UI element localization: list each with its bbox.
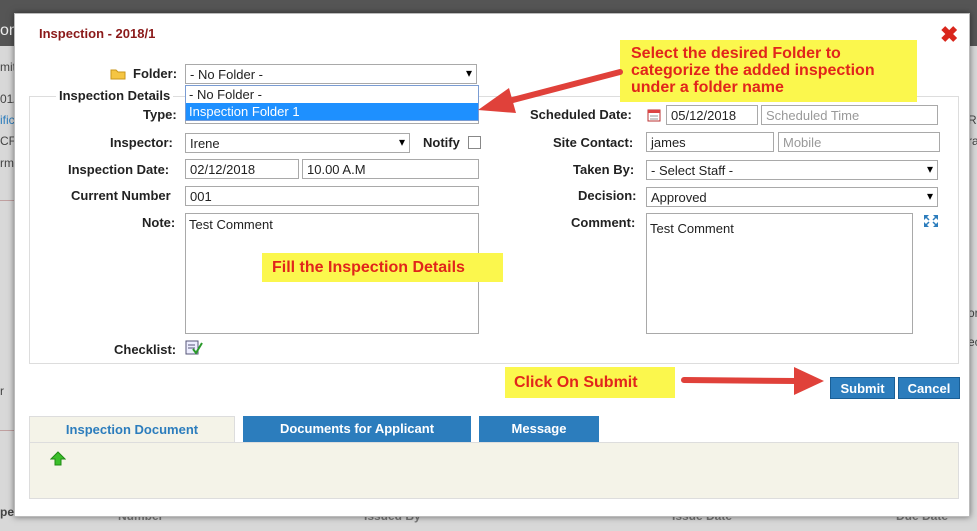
- tab-message[interactable]: Message: [479, 416, 599, 442]
- inspection-details-legend: Inspection Details: [56, 88, 174, 103]
- folder-callout: Select the desired Folder to categorize …: [620, 40, 917, 102]
- tab-panel: [29, 442, 959, 499]
- mobile-input[interactable]: Mobile: [778, 132, 940, 152]
- note-label: Note:: [142, 215, 176, 230]
- folder-select[interactable]: - No Folder -: [185, 64, 477, 84]
- scheduled-time-input[interactable]: Scheduled Time: [761, 105, 938, 125]
- notify-label: Notify: [423, 135, 460, 150]
- folder-option-inspection-folder-1[interactable]: Inspection Folder 1: [186, 103, 478, 120]
- comment-textarea[interactable]: Test Comment: [646, 213, 913, 334]
- upload-arrow-icon[interactable]: [50, 451, 66, 466]
- scheduled-date-label: Scheduled Date:: [530, 107, 632, 122]
- current-number-input[interactable]: 001: [185, 186, 479, 206]
- inspector-select[interactable]: Irene: [185, 133, 410, 153]
- type-label: Type:: [143, 107, 177, 122]
- inspection-date-input[interactable]: 02/12/2018: [185, 159, 299, 179]
- background-snippet: pe: [0, 505, 15, 519]
- tab-documents-for-applicant[interactable]: Documents for Applicant: [243, 416, 471, 442]
- decision-label: Decision:: [578, 188, 637, 203]
- close-icon[interactable]: ✖: [940, 24, 958, 46]
- folder-dropdown-list: - No Folder - Inspection Folder 1: [185, 85, 479, 121]
- inspection-date-label: Inspection Date:: [68, 162, 170, 177]
- comment-label: Comment:: [571, 215, 636, 230]
- background-divider: [0, 200, 14, 201]
- scheduled-date-input[interactable]: 05/12/2018: [666, 105, 758, 125]
- decision-select[interactable]: Approved: [646, 187, 938, 207]
- background-snippet: r: [0, 384, 4, 398]
- folder-option-no-folder[interactable]: - No Folder -: [186, 86, 478, 103]
- inspector-label: Inspector:: [110, 135, 173, 150]
- modal-title: Inspection - 2018/1: [39, 26, 156, 41]
- cancel-button[interactable]: Cancel: [898, 377, 960, 399]
- taken-by-select[interactable]: - Select Staff -: [646, 160, 938, 180]
- background-divider: [0, 430, 14, 431]
- submit-callout: Click On Submit: [505, 367, 675, 398]
- site-contact-label: Site Contact:: [553, 135, 634, 150]
- submit-button[interactable]: Submit: [830, 377, 895, 399]
- current-number-label: Current Number: [71, 188, 171, 203]
- inspection-time-input[interactable]: 10.00 A.M: [302, 159, 479, 179]
- taken-by-label: Taken By:: [573, 162, 635, 177]
- expand-icon[interactable]: [922, 213, 940, 229]
- calendar-icon[interactable]: [647, 108, 661, 122]
- tab-inspection-document[interactable]: Inspection Document: [29, 416, 235, 442]
- checklist-label: Checklist:: [114, 342, 177, 357]
- checklist-icon[interactable]: [185, 339, 203, 355]
- folder-label: Folder:: [133, 66, 178, 81]
- details-callout: Fill the Inspection Details: [262, 253, 503, 282]
- site-contact-input[interactable]: james: [646, 132, 774, 152]
- notify-checkbox[interactable]: [468, 136, 481, 149]
- folder-icon: [110, 69, 126, 80]
